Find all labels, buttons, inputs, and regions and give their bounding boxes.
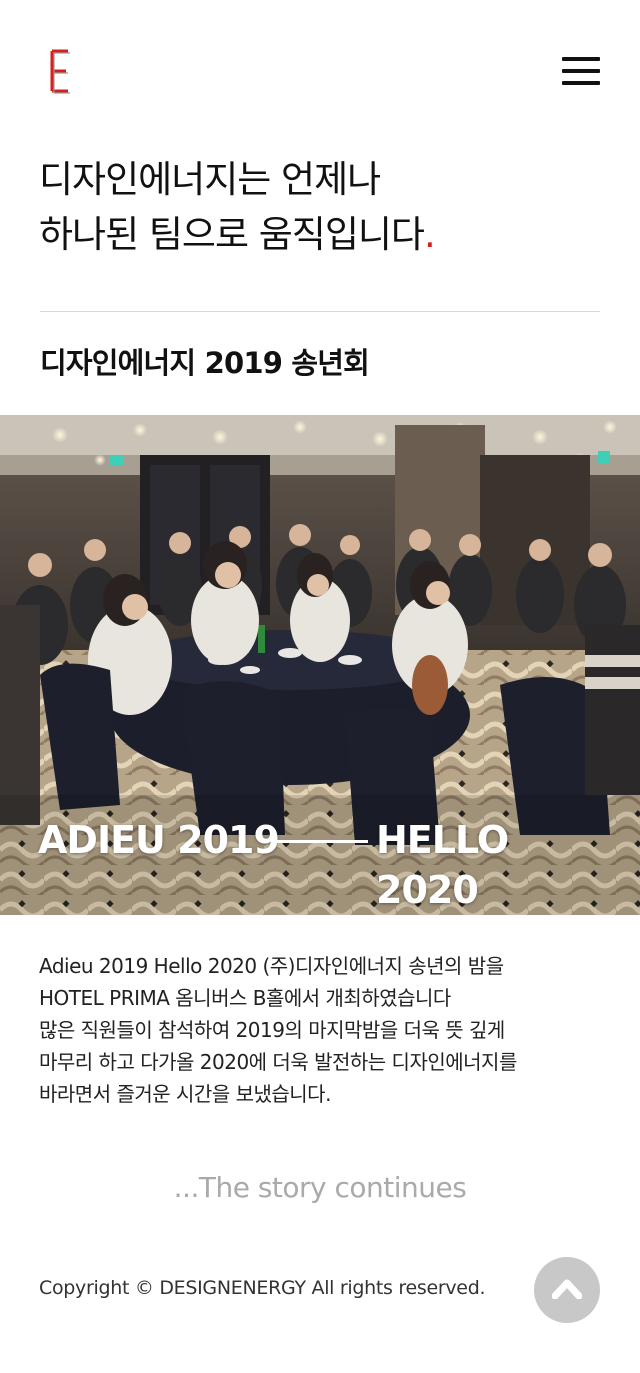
scroll-top-button[interactable] [534, 1257, 600, 1323]
caption-adieu: ADIEU 2019 [38, 818, 280, 862]
body-line: 많은 직원들이 참석하여 2019의 마지막밤을 더욱 뜻 깊게 [39, 1018, 505, 1042]
menu-bar [562, 69, 600, 73]
body-line: Adieu 2019 Hello 2020 (주)디자인에너지 송년의 밤을 [39, 954, 504, 978]
headline-line-1: 디자인에너지는 언제나 [39, 158, 381, 201]
story-continues-text: ...The story continues [173, 1171, 467, 1204]
letter-e-logo-icon[interactable] [48, 48, 72, 94]
body-line: 마무리 하고 다가올 2020에 더욱 발전하는 디자인에너지를 [39, 1050, 517, 1074]
headline-line-2: 하나된 팀으로 움직입니다. [39, 207, 599, 262]
menu-bar [562, 81, 600, 85]
body-line: 바라면서 즐거운 시간을 보냈습니다. [39, 1082, 331, 1106]
site-header [0, 0, 640, 140]
section-divider [40, 311, 600, 312]
headline-line-2-text: 하나된 팀으로 움직입니다 [39, 213, 425, 256]
caption-hello: HELLO 2020 [376, 818, 509, 912]
hamburger-menu-icon[interactable] [560, 57, 600, 87]
hero-caption: ADIEU 2019 HELLO 2020 [38, 815, 608, 912]
page-headline: 디자인에너지는 언제나 하나된 팀으로 움직입니다. [39, 152, 599, 262]
post-body: Adieu 2019 Hello 2020 (주)디자인에너지 송년의 밤을 H… [39, 950, 609, 1110]
headline-accent-dot: . [423, 213, 436, 256]
chevron-up-icon [552, 1279, 582, 1299]
caption-connector-line [274, 840, 368, 843]
body-line: HOTEL PRIMA 옴니버스 B홀에서 개최하였습니다 [39, 986, 451, 1010]
post-title: 디자인에너지 2019 송년회 [40, 346, 370, 380]
menu-bar [562, 57, 600, 61]
footer-copyright: Copyright © DESIGNENERGY All rights rese… [39, 1277, 486, 1299]
